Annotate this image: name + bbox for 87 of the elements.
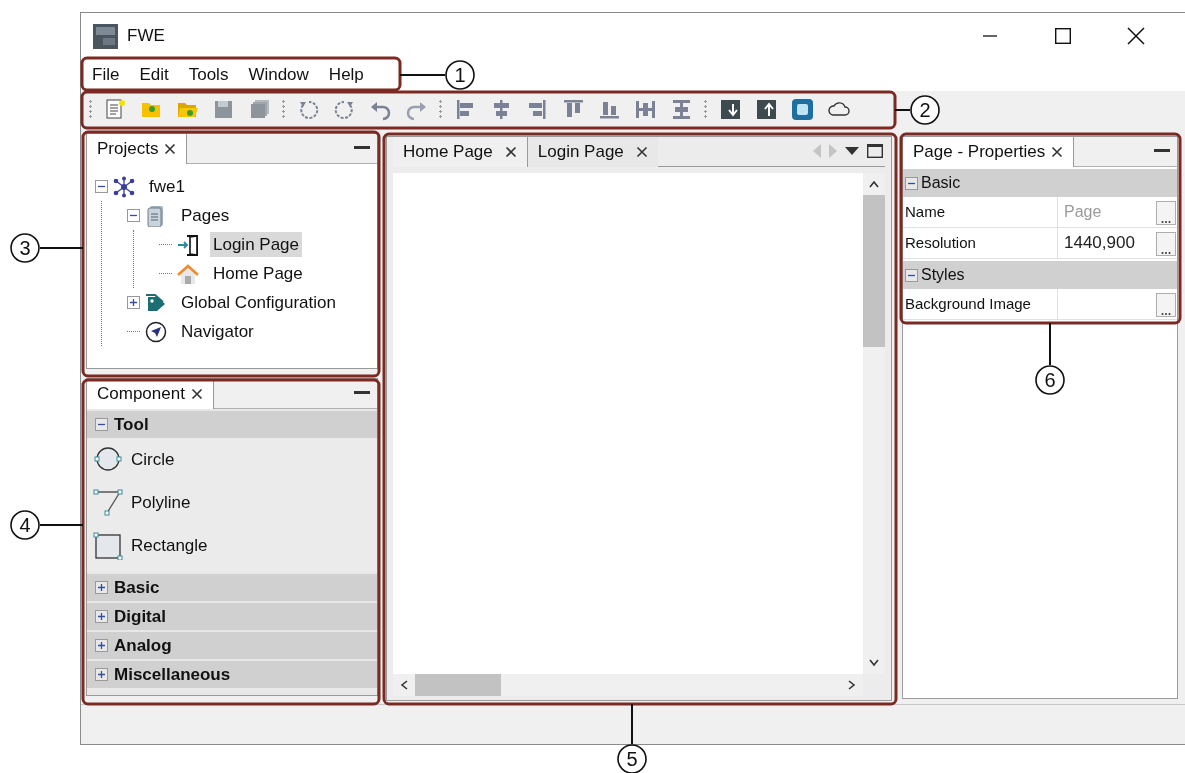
tree-item[interactable]: Global Configuration <box>178 289 339 316</box>
menu-item[interactable]: Tools <box>183 62 234 88</box>
compass-icon <box>145 320 167 343</box>
callout-number: 4 <box>10 510 40 540</box>
scrollbar-thumb[interactable] <box>863 195 885 347</box>
house-icon <box>177 262 199 285</box>
minimize-icon <box>354 146 370 150</box>
group-title: Digital <box>114 605 166 628</box>
group-header[interactable]: Tool <box>87 411 377 438</box>
horizontal-scrollbar[interactable] <box>393 674 863 696</box>
property-value-field[interactable]: 1440,900 <box>1058 228 1156 258</box>
menu-item[interactable]: Help <box>323 62 369 88</box>
tree-item[interactable]: Home Page <box>210 260 306 287</box>
expand-icon[interactable] <box>95 639 108 652</box>
expand-icon[interactable] <box>95 581 108 594</box>
scrollbar-thumb[interactable] <box>415 674 501 696</box>
callout-number: 1 <box>445 60 475 90</box>
section-header[interactable]: Styles <box>903 261 1177 289</box>
panel-tab[interactable]: Page - Properties <box>903 137 1075 167</box>
callout-number: 5 <box>617 744 647 773</box>
editor-tab[interactable]: Login Page <box>527 137 658 167</box>
group-header[interactable]: Basic <box>87 574 377 601</box>
window-title: FWE <box>127 25 165 48</box>
polyline-icon <box>93 488 123 517</box>
leader-line <box>39 524 84 526</box>
group-header[interactable]: Miscellaneous <box>87 661 377 688</box>
section-title: Basic <box>921 173 961 193</box>
tree-item[interactable]: Pages <box>178 202 233 229</box>
tree-item[interactable]: Login Page <box>210 231 303 258</box>
component-item[interactable]: Circle <box>131 446 175 473</box>
callout-number: 3 <box>10 233 40 263</box>
expand-icon[interactable] <box>95 668 108 681</box>
menu-item[interactable]: Edit <box>134 62 174 88</box>
close-icon <box>1126 27 1145 45</box>
ellipsis-icon <box>1161 251 1171 255</box>
menu-item[interactable]: File <box>87 62 125 88</box>
ellipsis-icon <box>1161 220 1171 224</box>
property-name: Resolution <box>905 232 976 253</box>
expand-icon[interactable] <box>127 296 140 309</box>
minimize-icon <box>354 391 370 395</box>
maximize-icon[interactable] <box>867 144 883 158</box>
maximize-icon <box>1054 28 1071 44</box>
app-logo-icon <box>93 23 118 49</box>
leader-line <box>1049 322 1051 366</box>
collapse-icon[interactable] <box>95 418 108 431</box>
group-header[interactable]: Digital <box>87 603 377 630</box>
tree-item[interactable]: fwe1 <box>146 173 188 200</box>
minimize-icon <box>1154 149 1170 153</box>
close-icon[interactable] <box>164 143 177 155</box>
panel-tab[interactable]: Projects <box>87 134 188 164</box>
collapse-icon[interactable] <box>95 180 108 193</box>
sign-in-icon <box>177 233 199 256</box>
section-title: Styles <box>921 265 965 285</box>
property-name: Background Image <box>905 293 1031 314</box>
callout-number: 6 <box>1035 365 1065 395</box>
collapse-icon[interactable] <box>905 268 918 282</box>
collapse-icon[interactable] <box>905 176 918 190</box>
network-icon <box>113 175 135 198</box>
close-icon[interactable] <box>635 146 648 158</box>
tree-item[interactable]: Navigator <box>178 318 257 345</box>
close-icon[interactable] <box>504 146 517 158</box>
component-item[interactable]: Polyline <box>131 489 191 516</box>
group-title: Basic <box>114 576 160 599</box>
dropdown-icon[interactable] <box>845 147 859 155</box>
tag-icon <box>145 291 167 314</box>
rectangle-shape-icon <box>93 531 123 560</box>
leader-line <box>39 247 84 249</box>
group-title: Tool <box>114 413 149 436</box>
editor-tab[interactable]: Home Page <box>393 137 528 167</box>
leader-line <box>894 109 911 111</box>
property-name: Name <box>905 201 945 222</box>
vertical-scrollbar[interactable] <box>863 173 885 674</box>
collapse-icon[interactable] <box>127 209 140 222</box>
leader-line <box>631 703 633 745</box>
group-header[interactable]: Analog <box>87 632 377 659</box>
leader-line <box>399 74 446 76</box>
callout-number: 2 <box>910 95 940 125</box>
circle-shape-icon <box>93 445 123 474</box>
expand-icon[interactable] <box>95 610 108 623</box>
component-item[interactable]: Rectangle <box>131 532 208 559</box>
ellipsis-icon <box>1161 312 1171 316</box>
close-icon[interactable] <box>190 388 203 400</box>
group-title: Miscellaneous <box>114 663 231 686</box>
menu-item[interactable]: Window <box>243 62 314 88</box>
group-title: Analog <box>114 634 172 657</box>
close-icon[interactable] <box>1051 146 1064 158</box>
section-header[interactable]: Basic <box>903 169 1177 197</box>
